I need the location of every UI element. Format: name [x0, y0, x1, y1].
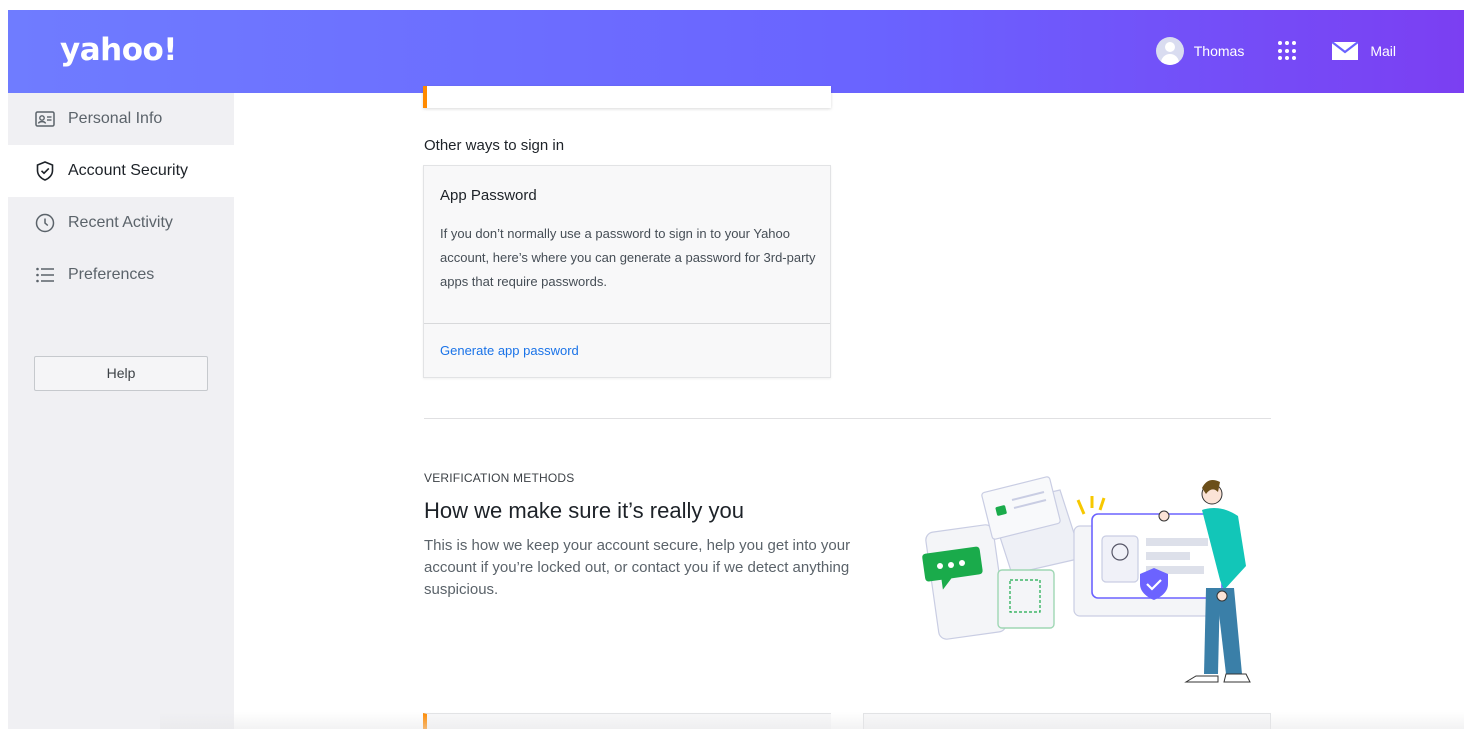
help-button[interactable]: Help	[34, 356, 208, 391]
user-name[interactable]: Thomas	[1194, 43, 1245, 59]
card-divider	[424, 323, 830, 324]
sidebar-item-label: Recent Activity	[68, 214, 173, 231]
verification-eyebrow: VERIFICATION METHODS	[424, 471, 575, 485]
apps-grid-icon[interactable]	[1278, 41, 1298, 61]
sidebar-item-personal-info[interactable]: Personal Info	[8, 93, 234, 145]
generate-app-password-link[interactable]: Generate app password	[440, 343, 579, 358]
top-header: yahoo! Thomas Mail	[8, 10, 1464, 93]
verification-illustration	[922, 476, 1251, 683]
sidebar-item-account-security[interactable]: Account Security	[8, 145, 234, 197]
bottom-card-right	[863, 713, 1271, 729]
app-password-card: App Password If you don’t normally use a…	[423, 165, 831, 378]
app-password-description: If you don’t normally use a password to …	[440, 226, 816, 289]
section-divider	[424, 418, 1271, 419]
yahoo-logo[interactable]: yahoo!	[60, 32, 177, 68]
clock-icon	[35, 213, 55, 233]
sidebar-item-recent-activity[interactable]: Recent Activity	[8, 197, 234, 249]
sidebar-item-preferences[interactable]: Preferences	[8, 249, 234, 301]
shield-check-icon	[36, 161, 54, 181]
avatar[interactable]	[1155, 37, 1184, 65]
sidebar: Personal Info Account Security Recent Ac…	[8, 93, 234, 729]
sidebar-item-label: Preferences	[68, 266, 155, 283]
mail-icon[interactable]	[1332, 42, 1359, 60]
verification-description: This is how we keep your account secure,…	[424, 537, 851, 598]
verification-title: How we make sure it’s really you	[424, 498, 744, 523]
previous-card	[423, 86, 831, 108]
id-card-icon	[35, 111, 55, 127]
other-ways-heading: Other ways to sign in	[424, 137, 565, 154]
sidebar-item-label: Account Security	[68, 162, 189, 179]
app-password-title: App Password	[440, 187, 537, 204]
header-actions: Thomas Mail	[1155, 36, 1396, 66]
bottom-card-left	[423, 713, 831, 729]
list-icon	[36, 267, 54, 283]
mail-link[interactable]: Mail	[1370, 43, 1396, 59]
sidebar-item-label: Personal Info	[68, 110, 163, 127]
